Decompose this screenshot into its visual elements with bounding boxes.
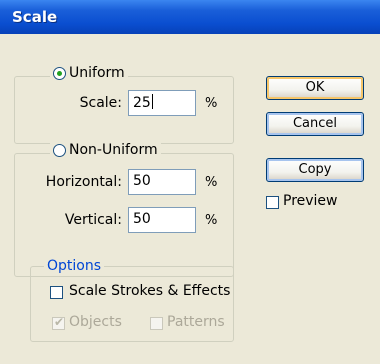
preview-label[interactable]: Preview [283,193,338,209]
non-uniform-radio-option[interactable]: Non-Uniform [50,142,161,158]
vertical-unit: % [205,213,218,228]
vertical-label: Vertical: [64,212,122,228]
title-bar: Scale [0,0,380,34]
horizontal-unit: % [205,175,218,190]
scale-value: 25 [133,95,151,111]
copy-button[interactable]: Copy [266,158,364,182]
patterns-label: Patterns [167,314,225,330]
objects-checkbox[interactable]: ✔ [52,315,65,330]
vertical-value: 50 [133,211,151,227]
uniform-radio[interactable] [53,66,66,80]
horizontal-label: Horizontal: [45,174,122,190]
options-label: Options [44,258,105,274]
horizontal-input[interactable]: 50 [128,169,196,195]
dialog-body: Uniform Scale: 25 % Non-Uniform Horizont… [0,34,380,364]
scale-unit: % [205,96,218,111]
scale-label: Scale: [79,95,122,111]
scale-input[interactable]: 25 [128,90,196,116]
preview-checkbox[interactable] [266,196,279,209]
text-caret [151,94,153,109]
uniform-label: Uniform [69,65,125,81]
non-uniform-label: Non-Uniform [69,142,158,158]
non-uniform-radio[interactable] [53,143,66,157]
cancel-button[interactable]: Cancel [266,112,364,136]
scale-strokes-checkbox[interactable] [50,286,63,299]
window-title: Scale [12,8,58,26]
scale-strokes-label[interactable]: Scale Strokes & Effects [69,283,230,299]
options-group [30,266,234,342]
uniform-radio-option[interactable]: Uniform [50,65,128,81]
ok-button[interactable]: OK [266,76,364,100]
vertical-input[interactable]: 50 [128,207,196,233]
patterns-checkbox[interactable] [150,317,163,330]
uniform-group [14,76,234,144]
check-mark-icon: ✔ [54,315,65,329]
objects-label: Objects [69,314,122,330]
horizontal-value: 50 [133,173,151,189]
